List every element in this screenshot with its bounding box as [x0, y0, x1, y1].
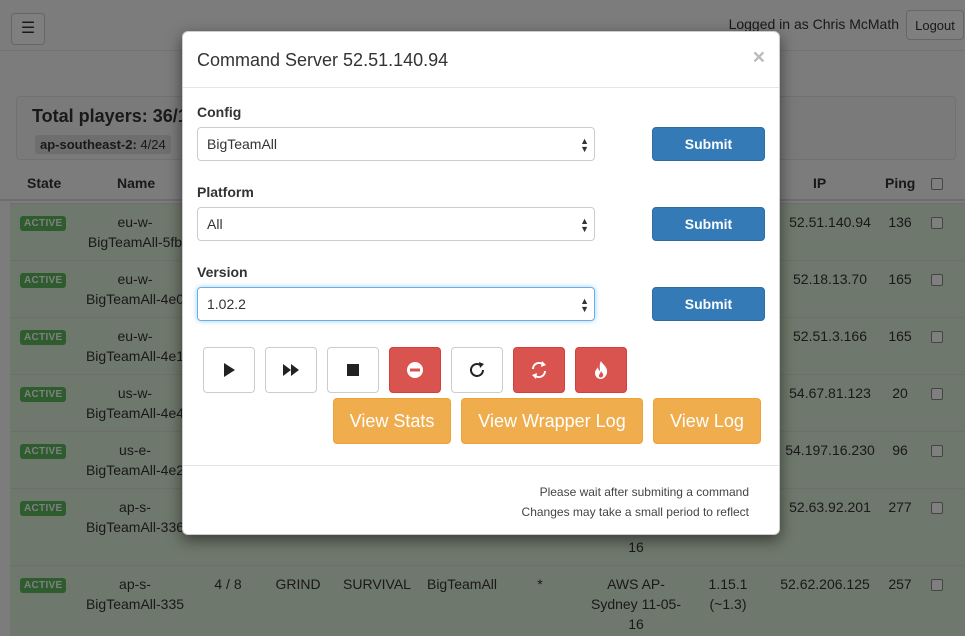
version-select[interactable]: 1.02.2 ▲ ▼	[197, 287, 595, 321]
changes-note: Changes may take a small period to refle…	[521, 505, 749, 519]
platform-select-value: All	[207, 216, 223, 232]
fast-forward-icon	[283, 364, 299, 376]
command-server-modal: Command Server 52.51.140.94 × Config Big…	[182, 31, 780, 535]
config-label: Config	[197, 104, 242, 120]
platform-select[interactable]: All ▲ ▼	[197, 207, 595, 241]
block-button[interactable]	[389, 347, 441, 393]
modal-title: Command Server 52.51.140.94	[197, 50, 449, 70]
fast-forward-button[interactable]	[265, 347, 317, 393]
refresh-icon	[470, 362, 484, 377]
view-stats-button[interactable]: View Stats	[333, 398, 451, 444]
version-submit-button[interactable]: Submit	[652, 287, 765, 321]
select-arrows-icon: ▲ ▼	[580, 296, 589, 314]
stop-button[interactable]	[327, 347, 379, 393]
modal-header: Command Server 52.51.140.94 ×	[183, 32, 779, 88]
platform-submit-button[interactable]: Submit	[652, 207, 765, 241]
restart-button[interactable]	[451, 347, 503, 393]
sync-button[interactable]	[513, 347, 565, 393]
wait-note: Please wait after submiting a command	[539, 485, 749, 499]
version-select-value: 1.02.2	[207, 296, 246, 312]
view-log-button[interactable]: View Log	[653, 398, 761, 444]
sync-icon	[531, 361, 547, 379]
config-select[interactable]: BigTeamAll ▲ ▼	[197, 127, 595, 161]
minus-circle-icon	[407, 362, 423, 378]
view-wrapper-log-button[interactable]: View Wrapper Log	[461, 398, 643, 444]
play-icon	[224, 363, 235, 377]
select-arrows-icon: ▲ ▼	[580, 136, 589, 154]
select-arrows-icon: ▲ ▼	[580, 216, 589, 234]
config-select-value: BigTeamAll	[207, 136, 278, 152]
config-submit-button[interactable]: Submit	[652, 127, 765, 161]
kill-button[interactable]	[575, 347, 627, 393]
fire-icon	[595, 361, 608, 379]
modal-footer: Please wait after submiting a command Ch…	[183, 465, 779, 536]
version-label: Version	[197, 264, 248, 280]
close-icon[interactable]: ×	[753, 46, 765, 70]
start-button[interactable]	[203, 347, 255, 393]
platform-label: Platform	[197, 184, 254, 200]
stop-icon	[347, 364, 359, 376]
